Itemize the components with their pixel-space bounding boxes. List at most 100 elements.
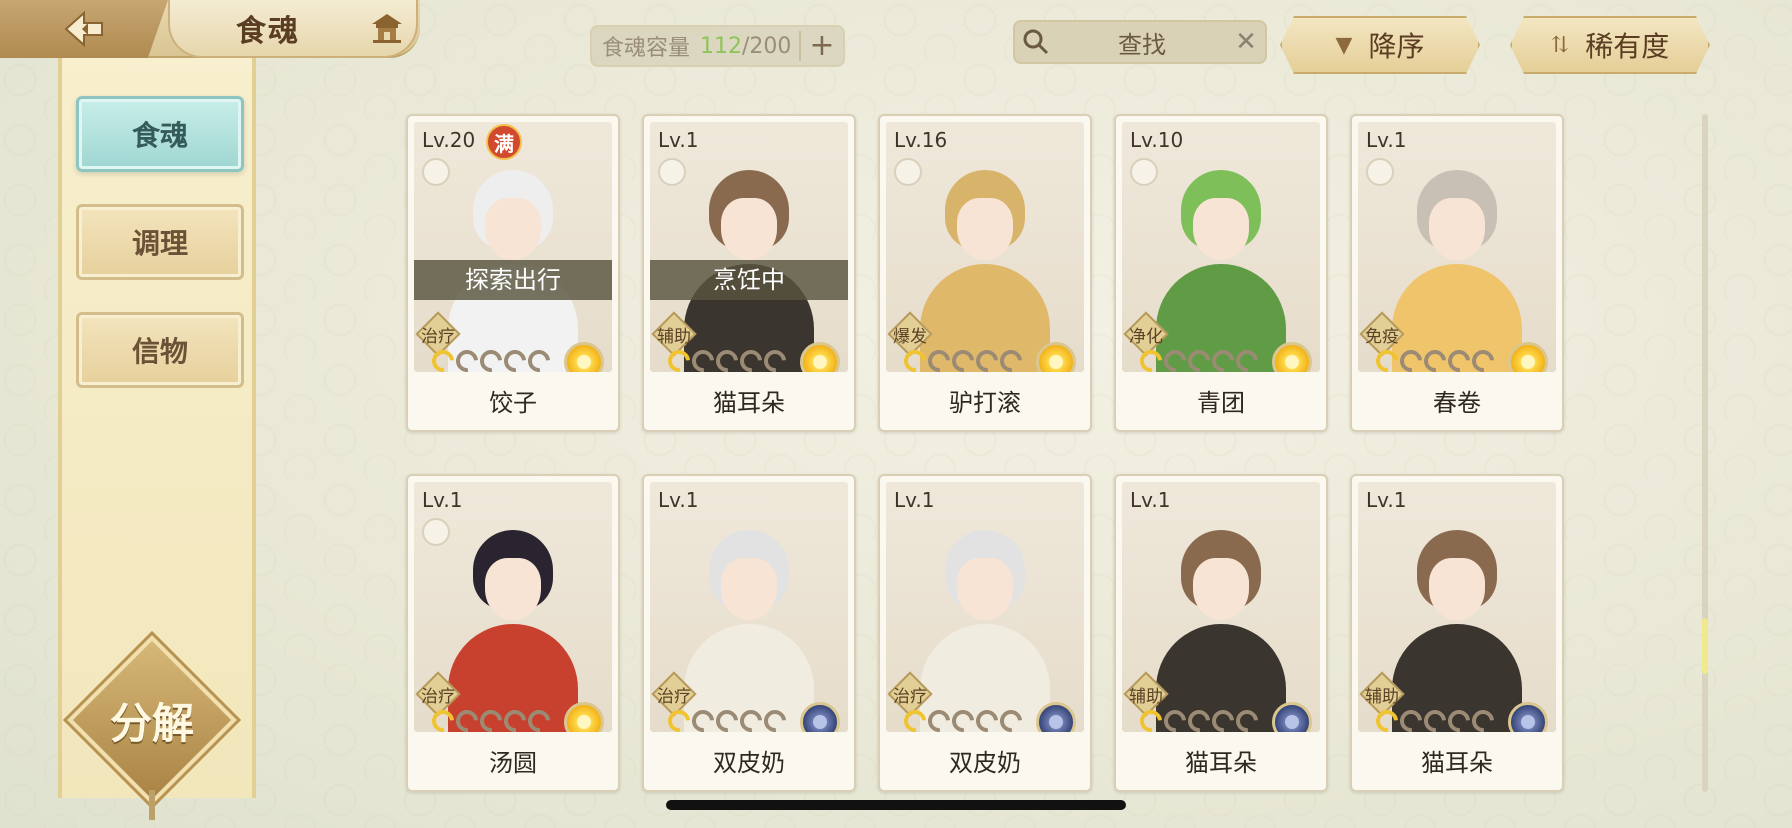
- star-rating: [663, 705, 791, 732]
- star-icon: [687, 705, 719, 732]
- tab-tokens[interactable]: 信物: [76, 312, 244, 388]
- star-icon: [1231, 705, 1263, 732]
- star-icon: [1443, 705, 1475, 732]
- food-soul-card[interactable]: Lv.1 辅助 猫耳朵: [1350, 474, 1564, 792]
- status-banner: 烹饪中: [650, 260, 848, 300]
- character-figure: [1146, 152, 1296, 372]
- star-icon: [735, 705, 767, 732]
- star-icon: [971, 345, 1003, 372]
- level-label: Lv.1: [422, 488, 463, 512]
- star-icon: [1207, 705, 1239, 732]
- star-icon: [899, 705, 931, 732]
- clear-icon[interactable]: ✕: [1227, 27, 1265, 57]
- food-soul-card[interactable]: Lv.10 净化 青团: [1114, 114, 1328, 432]
- star-icon: [451, 705, 483, 732]
- role-badge: 爆发: [887, 311, 933, 357]
- sort-by-button[interactable]: ⇅ 稀有度: [1510, 16, 1710, 74]
- food-soul-name: 汤圆: [489, 749, 537, 777]
- level-label: Lv.1: [658, 488, 699, 512]
- character-portrait: Lv.1 辅助: [1122, 482, 1320, 732]
- scrollbar-thumb[interactable]: [1702, 618, 1708, 674]
- star-icon: [995, 345, 1027, 372]
- star-icon: [947, 345, 979, 372]
- food-soul-card[interactable]: Lv.1 治疗 双皮奶: [642, 474, 856, 792]
- star-icon: [759, 705, 791, 732]
- character-portrait: Lv.1 治疗: [886, 482, 1084, 732]
- bowl-icon: [894, 158, 922, 186]
- character-portrait: Lv.1 治疗: [414, 482, 612, 732]
- level-label: Lv.1: [1366, 128, 1407, 152]
- food-soul-card[interactable]: Lv.1 治疗 双皮奶: [878, 474, 1092, 792]
- element-flower-icon: [1508, 342, 1548, 372]
- food-soul-card[interactable]: Lv.1 治疗汤圆: [406, 474, 620, 792]
- food-soul-name: 春卷: [1433, 389, 1481, 417]
- role-badge: 治疗: [415, 671, 461, 717]
- food-soul-card[interactable]: Lv.1 烹饪中 辅助 猫耳朵: [642, 114, 856, 432]
- role-badge: 治疗: [651, 671, 697, 717]
- home-indicator: [666, 800, 1126, 810]
- status-banner: 探索出行: [414, 260, 612, 300]
- star-icon: [1159, 345, 1191, 372]
- element-flower-icon: [564, 702, 604, 732]
- food-soul-card[interactable]: Lv.1 免疫春卷: [1350, 114, 1564, 432]
- back-button[interactable]: [0, 0, 168, 58]
- role-badge: 治疗: [415, 311, 461, 357]
- star-icon: [475, 345, 507, 372]
- character-figure: [1382, 512, 1532, 732]
- star-icon: [475, 705, 507, 732]
- sort-by-label: 稀有度: [1585, 30, 1670, 63]
- tassel-ornament: [149, 790, 155, 820]
- element-flower-icon: [1036, 342, 1076, 372]
- star-rating: [899, 345, 1027, 372]
- star-rating: [1135, 705, 1263, 732]
- tab-food-souls[interactable]: 食魂: [76, 96, 244, 172]
- character-figure: [1382, 152, 1532, 372]
- search-field[interactable]: 查找 ✕: [1013, 20, 1267, 64]
- bowl-icon: [1130, 158, 1158, 186]
- food-soul-name: 猫耳朵: [1185, 749, 1257, 777]
- star-icon: [663, 345, 695, 372]
- star-icon: [1419, 705, 1451, 732]
- tab-conditioning[interactable]: 调理: [76, 204, 244, 280]
- star-icon: [1371, 705, 1403, 732]
- star-icon: [995, 705, 1027, 732]
- role-badge: 辅助: [1359, 671, 1405, 717]
- star-icon: [711, 345, 743, 372]
- star-icon: [711, 705, 743, 732]
- element-flower-icon: [1272, 702, 1312, 732]
- swap-icon: ⇅: [1550, 32, 1570, 58]
- star-icon: [923, 705, 955, 732]
- food-soul-name: 驴打滚: [949, 389, 1021, 417]
- food-soul-name: 饺子: [489, 389, 537, 417]
- food-soul-card[interactable]: Lv.20 满探索出行 治疗 饺子: [406, 114, 620, 432]
- food-soul-card[interactable]: Lv.1 辅助猫耳朵: [1114, 474, 1328, 792]
- role-badge: 免疫: [1359, 311, 1405, 357]
- level-label: Lv.1: [1366, 488, 1407, 512]
- star-icon: [1135, 705, 1167, 732]
- star-rating: [427, 705, 555, 732]
- scrollbar-track[interactable]: [1702, 114, 1708, 792]
- star-icon: [735, 345, 767, 372]
- star-icon: [923, 345, 955, 372]
- star-icon: [1443, 345, 1475, 372]
- star-icon: [1135, 345, 1167, 372]
- food-soul-card[interactable]: Lv.16 爆发 驴打滚: [878, 114, 1092, 432]
- star-rating: [1135, 345, 1263, 372]
- bowl-icon: [658, 158, 686, 186]
- role-badge: 治疗: [887, 671, 933, 717]
- home-icon[interactable]: [370, 12, 404, 44]
- sort-order-button[interactable]: ▼ 降序: [1280, 16, 1480, 74]
- character-portrait: Lv.1 辅助: [1358, 482, 1556, 732]
- character-portrait: Lv.1 治疗: [650, 482, 848, 732]
- character-portrait: Lv.10 净化: [1122, 122, 1320, 372]
- level-label: Lv.1: [894, 488, 935, 512]
- page-title: 食魂: [236, 14, 300, 49]
- element-flower-icon: [1272, 342, 1312, 372]
- level-label: Lv.20: [422, 128, 476, 152]
- star-icon: [1207, 345, 1239, 372]
- character-portrait: Lv.1 烹饪中 辅助: [650, 122, 848, 372]
- star-icon: [1467, 705, 1499, 732]
- star-icon: [1395, 705, 1427, 732]
- expand-capacity-button[interactable]: +: [801, 27, 843, 65]
- element-flower-icon: [564, 342, 604, 372]
